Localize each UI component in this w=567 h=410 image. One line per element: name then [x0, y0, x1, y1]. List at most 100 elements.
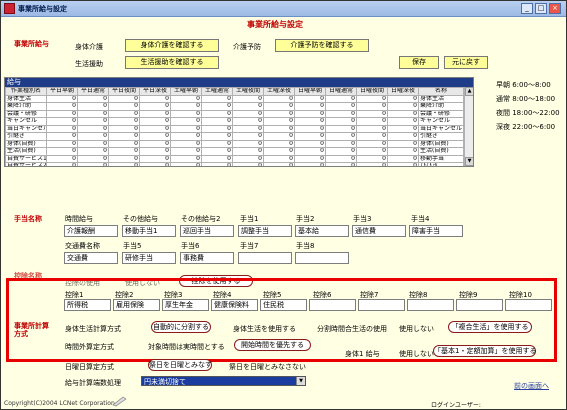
pay-cell[interactable]: 0 [356, 117, 388, 126]
pay-cell[interactable]: 0 [46, 154, 78, 163]
koujo-field-9[interactable] [456, 299, 503, 311]
koujo-field-5[interactable]: 住民税 [260, 299, 307, 311]
no-use2-option[interactable]: 使用しない [399, 349, 434, 359]
teate2-field[interactable]: 基本給 [295, 225, 349, 237]
sat-not-sun-option[interactable]: 祭日を日曜とみなさない [229, 362, 306, 372]
pay-cell[interactable]: 0 [77, 162, 109, 166]
pay-cell[interactable]: 0 [77, 102, 109, 111]
auto-split-option[interactable]: 自動的に分割する [151, 321, 211, 333]
pay-cell[interactable]: 0 [387, 132, 419, 141]
koujo-field-1[interactable]: 所得税 [64, 299, 111, 311]
pay-cell[interactable]: 0 [232, 102, 264, 111]
pay-cell[interactable]: 0 [263, 139, 295, 148]
pay-cell[interactable]: 0 [294, 94, 326, 103]
table-row[interactable]: 引継ぎ 0 0 0 0 0 0 0 0 0 0 0 0 引継ぎ [5, 132, 464, 141]
pay-cell[interactable]: 0 [108, 94, 140, 103]
pay-cell[interactable]: 0 [77, 132, 109, 141]
pay-cell[interactable]: 0 [232, 94, 264, 103]
pay-cell[interactable]: 0 [77, 109, 109, 118]
pay-cell[interactable]: 0 [263, 109, 295, 118]
table-row[interactable]: 当日キャンセル 0 0 0 0 0 0 0 0 0 0 0 0 当日キャンセル [5, 124, 464, 133]
pay-cell[interactable]: 0 [77, 154, 109, 163]
pay-cell[interactable]: 0 [294, 147, 326, 156]
pay-cell[interactable]: 0 [263, 117, 295, 126]
pay-cell[interactable]: 0 [356, 154, 388, 163]
pay-cell[interactable]: 0 [108, 117, 140, 126]
pay-cell[interactable]: 0 [356, 162, 388, 166]
pay-cell[interactable]: 0 [263, 162, 295, 166]
rounding-select[interactable]: 円未満切捨て ▼ [141, 376, 306, 386]
pay-cell[interactable]: 0 [263, 102, 295, 111]
travel-field[interactable]: 交通費 [64, 252, 118, 264]
pay-cell[interactable]: 0 [46, 162, 78, 166]
pay-cell[interactable]: 0 [263, 147, 295, 156]
pay-cell[interactable]: 0 [201, 139, 233, 148]
pay-cell[interactable]: 0 [139, 94, 171, 103]
pay-cell[interactable]: 0 [46, 94, 78, 103]
pay-cell[interactable]: 0 [170, 124, 202, 133]
close-button[interactable]: × [549, 3, 561, 14]
pay-cell[interactable]: 0 [232, 109, 264, 118]
pay-cell[interactable]: 0 [387, 124, 419, 133]
pay-cell[interactable]: 0 [263, 132, 295, 141]
pay-cell[interactable]: 0 [387, 117, 419, 126]
koujo-field-6[interactable] [309, 299, 356, 311]
pay-cell[interactable]: 0 [46, 102, 78, 111]
use-body1-option[interactable]: 「基本1・定額加算」を使用する [433, 345, 536, 357]
pay-cell[interactable]: 0 [108, 124, 140, 133]
pay-cell[interactable]: 0 [263, 154, 295, 163]
pay-cell[interactable]: 0 [46, 139, 78, 148]
teate6-field[interactable]: 事務費 [180, 252, 234, 264]
pay-cell[interactable]: 0 [325, 109, 357, 118]
koujo-field-7[interactable] [358, 299, 405, 311]
table-row[interactable]: 自費サービス2 0 0 0 0 0 0 0 0 0 0 0 0 ひびき [5, 162, 464, 166]
koujo-field-8[interactable] [407, 299, 454, 311]
pay-cell[interactable]: 0 [232, 147, 264, 156]
pay-cell[interactable]: 0 [108, 154, 140, 163]
pay-cell[interactable]: 0 [325, 132, 357, 141]
use-combined-option[interactable]: 「複合生活」を使用する [448, 321, 532, 333]
teate3-field[interactable]: 通信費 [352, 225, 406, 237]
pay-cell[interactable]: 0 [46, 147, 78, 156]
pay-cell[interactable]: 0 [294, 124, 326, 133]
koujo-field-2[interactable]: 雇用保険 [113, 299, 160, 311]
use-body-life-option[interactable]: 身体生活を使用する [233, 324, 296, 334]
pay-cell[interactable]: 0 [108, 102, 140, 111]
koujo-field-4[interactable]: 健康保険料 [211, 299, 258, 311]
pay-cell[interactable]: 0 [170, 154, 202, 163]
pay-cell[interactable]: 0 [139, 124, 171, 133]
pay-cell[interactable]: 0 [201, 132, 233, 141]
pay-cell[interactable]: 0 [170, 94, 202, 103]
pay-cell[interactable]: 0 [294, 117, 326, 126]
pay-cell[interactable]: 0 [201, 162, 233, 166]
scroll-up-icon[interactable]: ▲ [465, 87, 473, 96]
table-row[interactable]: 身体生活 0 0 0 0 0 0 0 0 0 0 0 0 身体生活 [5, 94, 464, 103]
pay-cell[interactable]: 0 [201, 147, 233, 156]
pay-cell[interactable]: 0 [387, 94, 419, 103]
pay-cell[interactable]: 0 [387, 147, 419, 156]
pay-cell[interactable]: 0 [294, 162, 326, 166]
grid-scrollbar[interactable]: ▲ ▼ [464, 87, 473, 166]
pay-cell[interactable]: 0 [170, 102, 202, 111]
pay-cell[interactable]: 0 [201, 94, 233, 103]
table-row[interactable]: 生活(自費) 0 0 0 0 0 0 0 0 0 0 0 0 生活(自費) [5, 147, 464, 156]
pay-cell[interactable]: 0 [356, 139, 388, 148]
pay-cell[interactable]: 0 [77, 139, 109, 148]
pay-cell[interactable]: 0 [387, 109, 419, 118]
body-care-button[interactable]: 身体介護を確認する [125, 39, 219, 52]
pay-cell[interactable]: 0 [77, 124, 109, 133]
pay-cell[interactable]: 0 [263, 94, 295, 103]
sat-as-sun-option[interactable]: 祭日を日曜とみなす [148, 359, 212, 371]
pay-cell[interactable]: 0 [356, 124, 388, 133]
pay-cell[interactable]: 0 [139, 102, 171, 111]
pay-cell[interactable]: 0 [232, 117, 264, 126]
pay-cell[interactable]: 0 [108, 147, 140, 156]
pay-cell[interactable]: 0 [325, 162, 357, 166]
koujo-field-10[interactable] [505, 299, 552, 311]
teate4-field[interactable]: 障害手当 [409, 225, 463, 237]
table-row[interactable]: キャンセル 0 0 0 0 0 0 0 0 0 0 0 0 キャンセル [5, 117, 464, 126]
pay-cell[interactable]: 0 [201, 124, 233, 133]
minimize-button[interactable]: _ [521, 3, 533, 14]
chevron-down-icon[interactable]: ▼ [296, 377, 305, 385]
koujo-field-3[interactable]: 厚生年金 [162, 299, 209, 311]
